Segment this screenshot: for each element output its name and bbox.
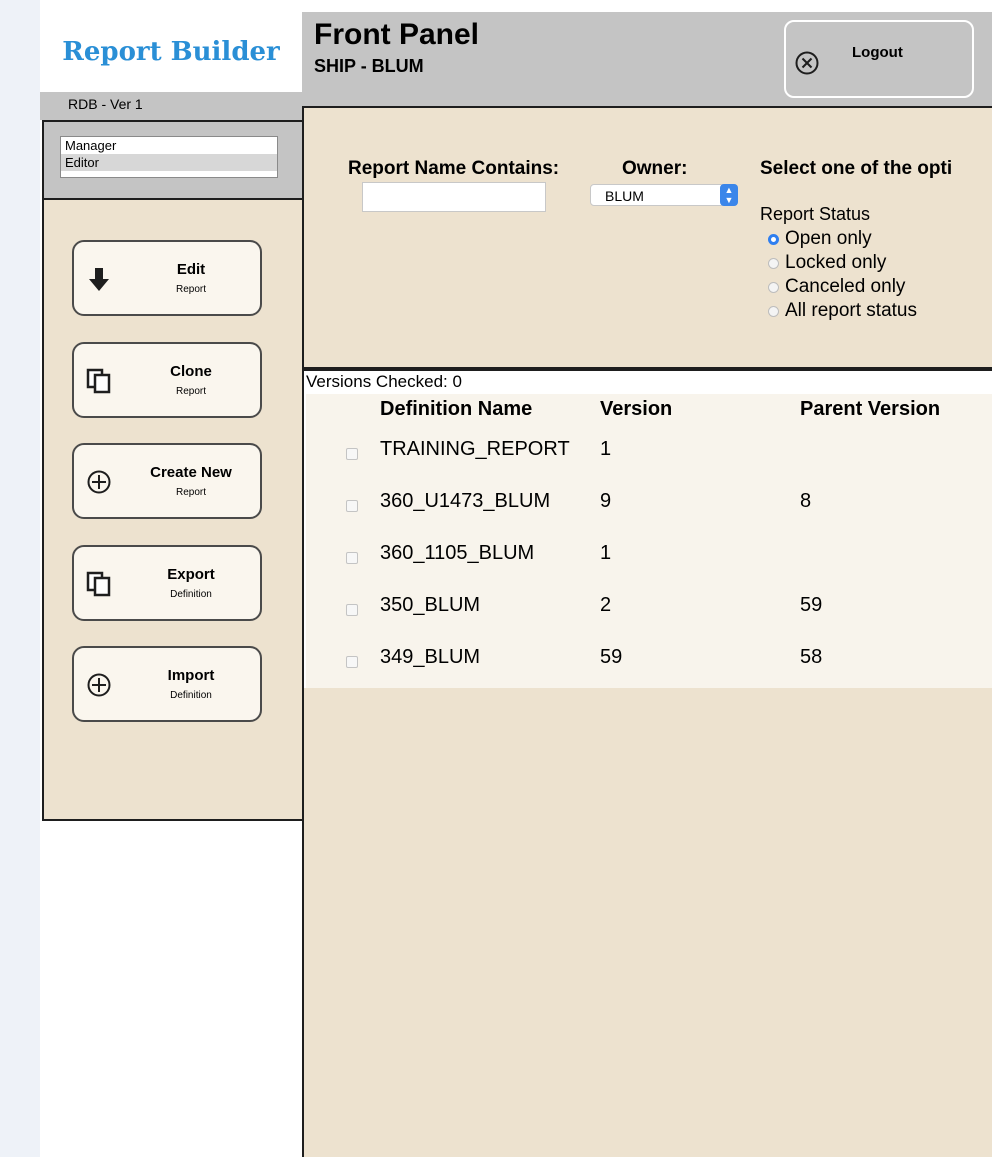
logout-button[interactable]: Logout bbox=[784, 20, 974, 98]
parent-version-cell: 59 bbox=[800, 594, 823, 616]
version-label: RDB - Ver 1 bbox=[40, 92, 302, 120]
role-list[interactable]: Manager Editor bbox=[60, 136, 278, 178]
owner-select-value: BLUM bbox=[605, 188, 644, 204]
action-panel: Edit Report Clone Report Create New Repo… bbox=[42, 198, 304, 821]
radio-icon[interactable] bbox=[768, 281, 779, 293]
copy-icon bbox=[86, 368, 112, 394]
create-new-button-label: Create New bbox=[150, 464, 232, 481]
export-button-sublabel: Definition bbox=[170, 589, 212, 600]
radio-icon[interactable] bbox=[768, 305, 779, 317]
clone-report-button[interactable]: Clone Report bbox=[72, 342, 262, 418]
filter-panel: Report Name Contains: Owner: BLUM ▲ ▼ Sel… bbox=[304, 108, 992, 367]
role-item-editor[interactable]: Editor bbox=[61, 154, 277, 171]
import-definition-button[interactable]: Import Definition bbox=[72, 646, 262, 722]
section-divider bbox=[304, 367, 992, 371]
arrow-down-icon bbox=[86, 266, 112, 292]
clone-button-sublabel: Report bbox=[175, 386, 206, 397]
radio-icon[interactable] bbox=[768, 257, 779, 269]
copy-icon bbox=[86, 571, 112, 597]
definition-name-cell: TRAINING_REPORT bbox=[380, 438, 570, 460]
create-new-button-sublabel: Report bbox=[175, 487, 206, 498]
status-option-open[interactable]: Open only bbox=[768, 227, 872, 251]
owner-label: Owner: bbox=[622, 158, 688, 179]
versions-checked-count: Versions Checked: 0 bbox=[306, 372, 462, 391]
radio-icon[interactable] bbox=[768, 233, 779, 245]
version-cell: 9 bbox=[600, 490, 612, 512]
report-status-label: Report Status bbox=[760, 204, 871, 224]
status-option-label: Canceled only bbox=[785, 276, 906, 297]
owner-select[interactable]: BLUM ▲ ▼ bbox=[590, 184, 738, 206]
row-checkbox[interactable] bbox=[346, 500, 358, 512]
table-row[interactable]: 360_U1473_BLUM 9 8 bbox=[306, 480, 992, 530]
parent-version-cell: 8 bbox=[800, 490, 812, 512]
column-header-parent-version[interactable]: Parent Version bbox=[800, 398, 940, 421]
report-name-label: Report Name Contains: bbox=[348, 158, 560, 179]
role-panel: Manager Editor bbox=[42, 120, 304, 200]
clone-button-label: Clone bbox=[170, 363, 212, 380]
status-option-all[interactable]: All report status bbox=[768, 299, 917, 323]
create-new-report-button[interactable]: Create New Report bbox=[72, 443, 262, 519]
definitions-table: Definition Name Version Parent Version T… bbox=[306, 394, 992, 688]
page-subtitle: SHIP - BLUM bbox=[314, 56, 424, 76]
table-row[interactable]: TRAINING_REPORT 1 bbox=[306, 428, 992, 478]
import-button-label: Import bbox=[167, 667, 215, 684]
status-option-label: Open only bbox=[785, 228, 872, 249]
plus-circle-icon bbox=[86, 469, 112, 495]
left-margin-strip bbox=[0, 0, 40, 1157]
column-header-version[interactable]: Version bbox=[600, 398, 672, 421]
row-checkbox[interactable] bbox=[346, 448, 358, 460]
edit-report-button[interactable]: Edit Report bbox=[72, 240, 262, 316]
close-circle-icon bbox=[794, 50, 820, 76]
empty-content-area bbox=[304, 688, 992, 1157]
plus-circle-icon bbox=[86, 672, 112, 698]
column-header-definition-name[interactable]: Definition Name bbox=[380, 398, 532, 421]
edit-button-label: Edit bbox=[176, 261, 206, 278]
select-option-heading: Select one of the opti bbox=[760, 158, 953, 179]
import-button-sublabel: Definition bbox=[170, 690, 212, 701]
export-button-label: Export bbox=[167, 566, 215, 583]
role-item-manager[interactable]: Manager bbox=[61, 137, 277, 154]
edit-button-sublabel: Report bbox=[175, 284, 206, 295]
version-cell: 1 bbox=[600, 438, 612, 460]
app-brand: Report Builder bbox=[40, 12, 302, 92]
table-row[interactable]: 360_1105_BLUM 1 bbox=[306, 532, 992, 582]
version-cell: 2 bbox=[600, 594, 612, 616]
report-name-input[interactable] bbox=[362, 182, 546, 212]
page-header: Front Panel SHIP - BLUM Logout bbox=[302, 12, 992, 108]
row-checkbox[interactable] bbox=[346, 604, 358, 616]
definition-name-cell: 360_1105_BLUM bbox=[380, 542, 535, 564]
table-row[interactable]: 350_BLUM 2 59 bbox=[306, 584, 992, 634]
parent-version-cell: 58 bbox=[800, 646, 823, 668]
status-option-label: Locked only bbox=[785, 252, 887, 273]
row-checkbox[interactable] bbox=[346, 656, 358, 668]
table-row[interactable]: 349_BLUM 59 58 bbox=[306, 636, 992, 686]
logout-label: Logout bbox=[852, 44, 903, 61]
status-option-label: All report status bbox=[785, 300, 917, 321]
version-cell: 1 bbox=[600, 542, 612, 564]
definition-name-cell: 349_BLUM bbox=[380, 646, 481, 668]
page-title: Front Panel bbox=[314, 18, 480, 51]
export-definition-button[interactable]: Export Definition bbox=[72, 545, 262, 621]
definition-name-cell: 350_BLUM bbox=[380, 594, 481, 616]
select-stepper-icon: ▲ ▼ bbox=[720, 184, 738, 206]
row-checkbox[interactable] bbox=[346, 552, 358, 564]
version-cell: 59 bbox=[600, 646, 623, 668]
definition-name-cell: 360_U1473_BLUM bbox=[380, 490, 551, 512]
status-option-canceled[interactable]: Canceled only bbox=[768, 275, 905, 299]
status-option-locked[interactable]: Locked only bbox=[768, 251, 886, 275]
